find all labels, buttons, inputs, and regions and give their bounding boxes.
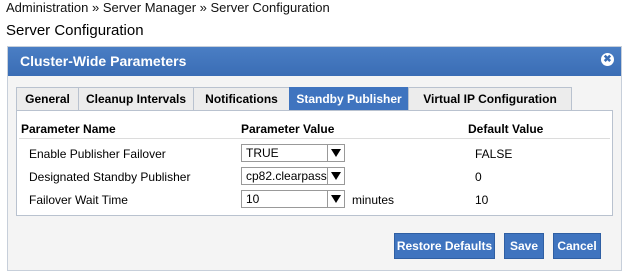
tab-standby-publisher[interactable]: Standby Publisher — [289, 87, 408, 111]
select-value: TRUE — [246, 146, 279, 160]
tab-bar: General Cleanup Intervals Notifications … — [16, 87, 572, 111]
header-divider — [19, 138, 610, 139]
default-designated-standby-publisher: 0 — [475, 170, 482, 184]
tab-cleanup-intervals[interactable]: Cleanup Intervals — [78, 87, 193, 111]
designated-standby-publisher-select[interactable]: cp82.clearpass — [241, 167, 345, 185]
cancel-button[interactable]: Cancel — [553, 233, 601, 259]
column-header-default-value: Default Value — [468, 122, 544, 136]
page-title: Server Configuration — [6, 22, 144, 39]
cluster-wide-parameters-dialog: Cluster-Wide Parameters ✖ General Cleanu… — [7, 46, 622, 271]
tab-notifications[interactable]: Notifications — [193, 87, 289, 111]
select-value: 10 — [246, 192, 260, 206]
default-enable-publisher-failover: FALSE — [475, 147, 513, 161]
save-button[interactable]: Save — [504, 233, 544, 259]
failover-wait-time-select[interactable]: 10 — [241, 190, 345, 208]
default-failover-wait-time: 10 — [475, 193, 489, 207]
row-label-designated-standby-publisher: Designated Standby Publisher — [29, 170, 191, 184]
dropdown-arrow-icon[interactable] — [327, 168, 344, 184]
standby-publisher-panel: Parameter Name Parameter Value Default V… — [16, 110, 613, 216]
row-label-enable-publisher-failover: Enable Publisher Failover — [29, 147, 166, 161]
dialog-title: Cluster-Wide Parameters — [20, 53, 187, 69]
dropdown-arrow-icon[interactable] — [327, 191, 344, 207]
column-header-parameter-name: Parameter Name — [21, 122, 116, 136]
dialog-header: Cluster-Wide Parameters ✖ — [8, 47, 621, 76]
enable-publisher-failover-select[interactable]: TRUE — [241, 144, 345, 162]
breadcrumb: Administration » Server Manager » Server… — [6, 0, 330, 15]
tab-virtual-ip-configuration[interactable]: Virtual IP Configuration — [408, 87, 572, 111]
close-icon[interactable]: ✖ — [601, 53, 614, 66]
restore-defaults-button[interactable]: Restore Defaults — [394, 233, 495, 259]
column-header-parameter-value: Parameter Value — [241, 122, 335, 136]
row-label-failover-wait-time: Failover Wait Time — [29, 193, 128, 207]
dropdown-arrow-icon[interactable] — [327, 145, 344, 161]
select-value: cp82.clearpass — [246, 169, 327, 183]
failover-wait-time-unit: minutes — [352, 193, 395, 207]
tab-general[interactable]: General — [16, 87, 78, 111]
